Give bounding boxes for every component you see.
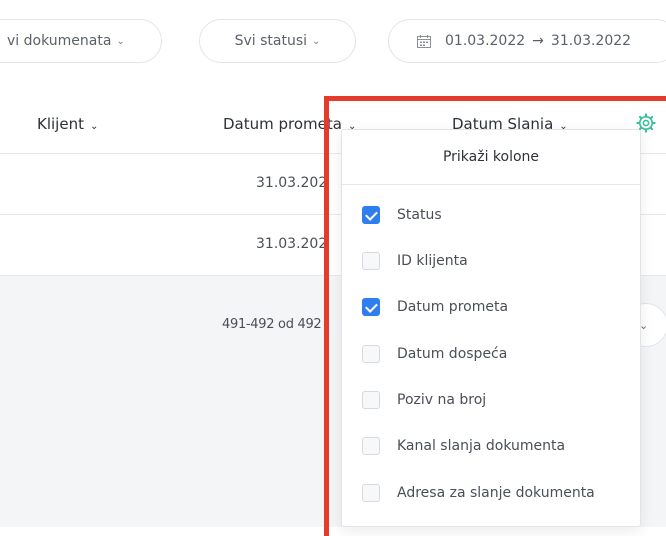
status-filter-label: Svi statusi	[234, 33, 308, 49]
column-picker-title: Prikaži kolone	[342, 130, 640, 185]
document-type-filter[interactable]: vi dokumenata ⌄	[0, 19, 162, 63]
column-option-kanal-slanja[interactable]: Kanal slanja dokumenta	[362, 435, 565, 457]
column-option-datum-dospeca[interactable]: Datum dospeća	[362, 343, 507, 365]
arrow-right-icon: →	[532, 33, 544, 49]
checkbox[interactable]	[362, 437, 380, 455]
cell-datum-prometa: 31.03.202	[256, 175, 328, 191]
column-option-datum-prometa[interactable]: Datum prometa	[362, 296, 508, 318]
column-picker-dropdown: Prikaži kolone Status ID klijenta Datum …	[341, 129, 641, 527]
chevron-down-icon: ⌄	[116, 35, 125, 47]
checkbox[interactable]	[362, 206, 380, 224]
checkbox[interactable]	[362, 391, 380, 409]
checkbox[interactable]	[362, 298, 380, 316]
date-to: 31.03.2022	[550, 33, 632, 49]
chevron-down-icon: ⌄	[312, 35, 321, 47]
date-range-filter[interactable]: 01.03.2022 → 31.03.2022	[388, 19, 666, 63]
date-from: 01.03.2022	[445, 33, 526, 49]
checkbox[interactable]	[362, 345, 380, 363]
checkbox[interactable]	[362, 484, 380, 502]
column-option-status[interactable]: Status	[362, 204, 442, 226]
filter-bar: vi dokumenata ⌄ Svi statusi ⌄ 01.03.2022…	[0, 0, 666, 95]
column-option-poziv-na-broj[interactable]: Poziv na broj	[362, 389, 486, 411]
pagination-info: 491-492 od 492	[222, 317, 322, 332]
column-header-klijent[interactable]: Klijent ⌄	[37, 115, 98, 133]
checkbox[interactable]	[362, 252, 380, 270]
document-type-label: vi dokumenata	[7, 33, 112, 49]
column-option-id-klijenta[interactable]: ID klijenta	[362, 250, 468, 272]
chevron-down-icon: ⌄	[89, 121, 99, 132]
status-filter[interactable]: Svi statusi ⌄	[199, 19, 356, 63]
column-header-datum-prometa[interactable]: Datum prometa ⌄	[223, 115, 356, 133]
cell-datum-prometa: 31.03.202	[256, 236, 328, 252]
column-option-adresa-za-slanje[interactable]: Adresa za slanje dokumenta	[362, 482, 595, 504]
calendar-icon	[417, 34, 431, 48]
